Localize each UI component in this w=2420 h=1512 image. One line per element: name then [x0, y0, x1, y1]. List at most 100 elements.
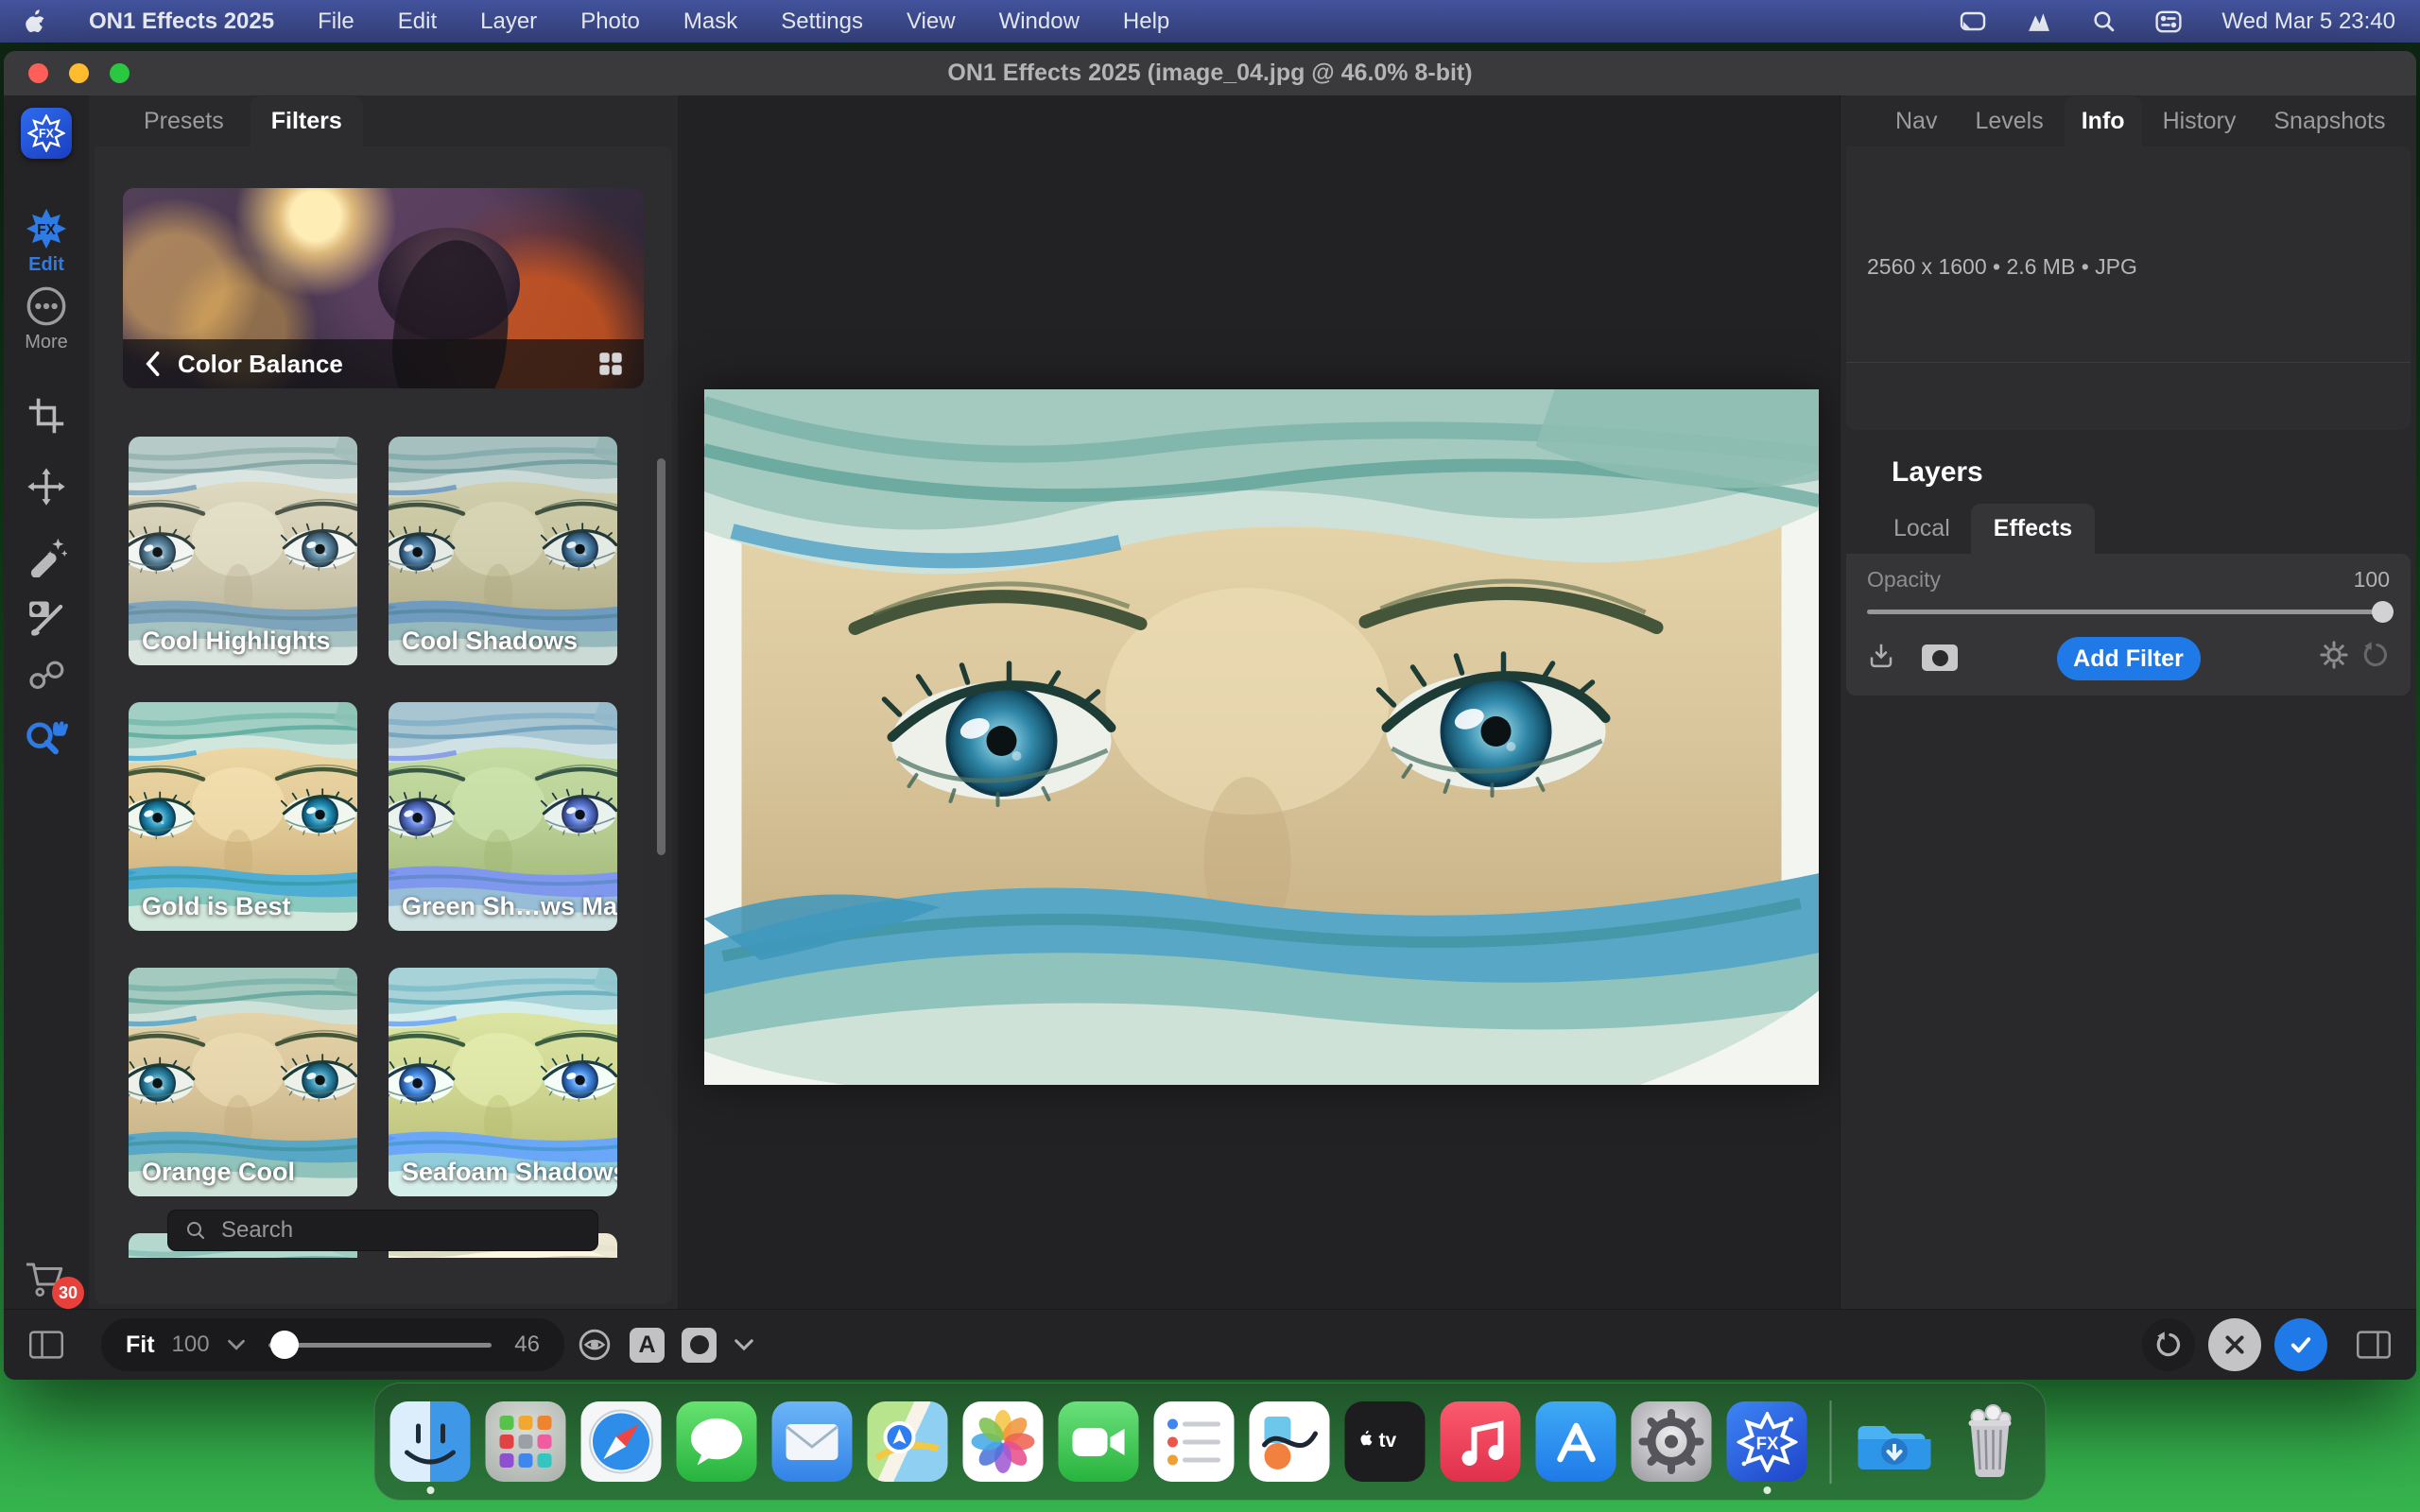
window-title: ON1 Effects 2025 (image_04.jpg @ 46.0% 8…	[947, 60, 1472, 87]
menu-edit[interactable]: Edit	[398, 9, 437, 35]
fit-button[interactable]: Fit	[126, 1332, 155, 1359]
dock-item-maps[interactable]	[868, 1401, 948, 1482]
apple-menu-icon[interactable]	[25, 9, 45, 34]
svg-text:FX: FX	[39, 128, 55, 141]
dock-item-music[interactable]	[1441, 1401, 1521, 1482]
tab-effects[interactable]: Effects	[1971, 504, 2095, 554]
screen-mirroring-icon[interactable]	[1960, 10, 1986, 33]
tab-levels[interactable]: Levels	[1958, 96, 2060, 146]
edit-module-button[interactable]: FX Edit	[4, 207, 89, 276]
window-titlebar[interactable]: ON1 Effects 2025 (image_04.jpg @ 46.0% 8…	[4, 51, 2416, 95]
filter-thumbnails: Cool Highlights	[129, 437, 659, 1258]
filter-thumb-cool-shadows[interactable]: Cool Shadows	[389, 437, 617, 665]
dock-item-appletv[interactable]: tv	[1345, 1401, 1426, 1482]
dock-item-safari[interactable]	[581, 1401, 662, 1482]
effects-settings-gear-icon[interactable]	[2320, 641, 2348, 669]
tab-filters[interactable]: Filters	[251, 96, 363, 146]
menu-view[interactable]: View	[907, 9, 956, 35]
control-center-icon[interactable]	[2155, 10, 2182, 33]
spotlight-search-icon[interactable]	[2092, 9, 2116, 33]
zoom-slider-thumb[interactable]	[270, 1331, 299, 1359]
dock-item-finder[interactable]	[390, 1401, 471, 1482]
menubar-app-name[interactable]: ON1 Effects 2025	[89, 9, 274, 35]
tab-info[interactable]: Info	[2065, 96, 2142, 146]
info-card: 2560 x 1600 • 2.6 MB • JPG	[1846, 146, 2411, 430]
view-options-chevron-icon[interactable]	[734, 1337, 754, 1352]
zoom-slider[interactable]	[268, 1343, 493, 1348]
filter-thumb-cool-highlights[interactable]: Cool Highlights	[129, 437, 357, 665]
filter-search-input[interactable]	[167, 1210, 598, 1251]
dock-separator	[1830, 1400, 1832, 1484]
tab-local[interactable]: Local	[1878, 504, 1965, 554]
back-chevron-icon[interactable]	[144, 351, 161, 377]
filter-thumb-green-shadows-matte[interactable]: Green Sh…ws Matte	[389, 702, 617, 931]
menu-mask[interactable]: Mask	[683, 9, 737, 35]
opacity-slider-thumb[interactable]	[2372, 601, 2394, 623]
store-cart-button[interactable]: 30	[4, 1256, 89, 1301]
app-window: ON1 Effects 2025 (image_04.jpg @ 46.0% 8…	[4, 51, 2416, 1380]
toggle-left-panel-icon[interactable]	[28, 1330, 64, 1360]
dock-item-system-settings[interactable]	[1632, 1401, 1712, 1482]
more-modules-button[interactable]: More	[4, 284, 89, 353]
dock-item-launchpad[interactable]	[486, 1401, 566, 1482]
svg-text:tv: tv	[1378, 1430, 1396, 1452]
menubar-clock[interactable]: Wed Mar 5 23:40	[2221, 9, 2395, 35]
menu-window[interactable]: Window	[999, 9, 1080, 35]
dock-item-mail[interactable]	[772, 1401, 853, 1482]
filter-thumb-seafoam-shadows[interactable]: Seafoam Shadows	[389, 968, 617, 1196]
dock-item-reminders[interactable]	[1154, 1401, 1235, 1482]
reset-all-button[interactable]	[2142, 1318, 2195, 1371]
tab-history[interactable]: History	[2146, 96, 2254, 146]
edited-photo-canvas[interactable]	[704, 389, 1819, 1085]
zoom-pan-tool[interactable]	[4, 715, 89, 761]
add-filter-button[interactable]: Add Filter	[2057, 637, 2201, 680]
menu-settings[interactable]: Settings	[781, 9, 863, 35]
close-window-button[interactable]	[28, 63, 48, 83]
filter-thumb-orange-cool[interactable]: Orange Cool	[129, 968, 357, 1196]
reset-effects-icon[interactable]	[2361, 641, 2390, 669]
filter-thumb-gold-is-best[interactable]: Gold is Best	[129, 702, 357, 931]
dock-item-downloads[interactable]	[1855, 1401, 1935, 1482]
dock-item-messages[interactable]	[677, 1401, 757, 1482]
dock-item-on1-effects[interactable]: FX	[1727, 1401, 1807, 1482]
opacity-slider[interactable]	[1867, 610, 2390, 614]
menu-bar: ON1 Effects 2025 File Edit Layer Photo M…	[0, 0, 2420, 43]
magic-wand-tool[interactable]	[4, 536, 89, 577]
zoom-window-button[interactable]	[110, 63, 130, 83]
menu-file[interactable]: File	[318, 9, 354, 35]
on1-mountains-icon[interactable]	[2026, 10, 2052, 33]
dock-item-facetime[interactable]	[1059, 1401, 1139, 1482]
bottom-toolbar: Fit 100 46 A	[4, 1309, 2416, 1380]
mask-view-icon[interactable]	[682, 1328, 717, 1363]
filters-scrollbar[interactable]	[657, 458, 666, 855]
dock-item-photos[interactable]	[963, 1401, 1044, 1482]
zoom-dropdown-chevron-icon[interactable]	[227, 1338, 246, 1351]
tab-nav[interactable]: Nav	[1878, 96, 1954, 146]
preview-eye-icon[interactable]	[577, 1327, 613, 1363]
crop-tool[interactable]	[4, 396, 89, 436]
toggle-right-panel-icon[interactable]	[2356, 1330, 2392, 1360]
dock-item-freeform[interactable]	[1250, 1401, 1330, 1482]
tab-presets[interactable]: Presets	[123, 96, 245, 146]
refine-tool[interactable]	[4, 655, 89, 695]
apply-done-button[interactable]	[2274, 1318, 2327, 1371]
minimize-window-button[interactable]	[69, 63, 89, 83]
zoom-preset-button[interactable]: 100	[172, 1332, 210, 1358]
grid-view-icon[interactable]	[598, 352, 623, 376]
on1-app-logo: FX	[4, 108, 89, 159]
image-info-line: 2560 x 1600 • 2.6 MB • JPG	[1867, 254, 2137, 280]
tab-snapshots[interactable]: Snapshots	[2256, 96, 2402, 146]
soft-proof-icon[interactable]: A	[630, 1328, 665, 1363]
filter-category-card[interactable]: Color Balance	[123, 188, 644, 388]
dock-item-appstore[interactable]	[1536, 1401, 1616, 1482]
dock-item-trash[interactable]	[1950, 1401, 2031, 1482]
cancel-button[interactable]	[2208, 1318, 2261, 1371]
layers-heading: Layers	[1892, 456, 2416, 489]
import-preset-icon[interactable]	[1867, 641, 1895, 669]
move-tool[interactable]	[4, 467, 89, 507]
mask-brush-tool[interactable]	[4, 596, 89, 638]
layer-mask-icon[interactable]	[1922, 644, 1958, 671]
menu-help[interactable]: Help	[1123, 9, 1169, 35]
menu-layer[interactable]: Layer	[480, 9, 537, 35]
menu-photo[interactable]: Photo	[580, 9, 640, 35]
